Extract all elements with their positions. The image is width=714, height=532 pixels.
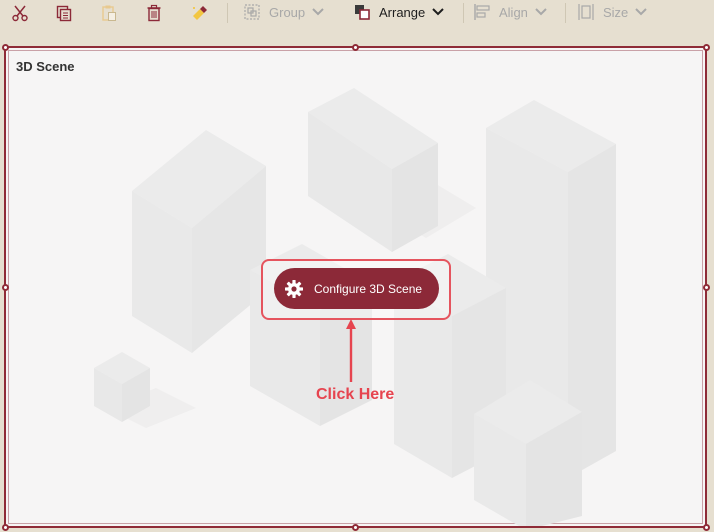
arrange-icon <box>352 2 372 22</box>
configure-3d-scene-label: Configure 3D Scene <box>314 281 423 296</box>
copy-icon[interactable] <box>51 2 77 24</box>
resize-handle-right[interactable] <box>703 284 710 291</box>
cut-icon[interactable] <box>7 2 33 24</box>
resize-handle-top-right[interactable] <box>703 44 710 51</box>
configure-3d-scene-button[interactable]: Configure 3D Scene <box>274 268 439 309</box>
arrange-button[interactable]: Arrange <box>352 0 444 24</box>
group-label: Group <box>269 4 306 20</box>
arrange-label: Arrange <box>379 4 426 20</box>
toolbar: Group Arrange Align Size <box>0 0 714 30</box>
chevron-down-icon <box>635 6 648 18</box>
paste-icon[interactable] <box>96 2 122 24</box>
toolbar-separator <box>565 3 566 23</box>
resize-handle-bottom[interactable] <box>352 524 359 531</box>
align-icon <box>472 2 492 22</box>
arrow-up-icon <box>346 319 356 382</box>
clear-format-icon[interactable] <box>187 2 213 24</box>
panel-title: 3D Scene <box>16 59 75 74</box>
resize-handle-top-left[interactable] <box>2 44 9 51</box>
group-button[interactable]: Group <box>242 0 324 24</box>
resize-handle-bottom-right[interactable] <box>703 524 710 531</box>
chevron-down-icon <box>432 6 444 18</box>
size-button[interactable]: Size <box>576 0 648 24</box>
gear-icon <box>284 279 304 299</box>
chevron-down-icon <box>312 6 324 18</box>
resize-handle-left[interactable] <box>2 284 9 291</box>
size-icon <box>576 2 596 22</box>
delete-icon[interactable] <box>141 2 167 24</box>
toolbar-separator <box>227 3 228 23</box>
size-label: Size <box>603 4 629 20</box>
group-icon <box>242 2 262 22</box>
align-label: Align <box>499 4 528 20</box>
align-button[interactable]: Align <box>472 0 547 24</box>
toolbar-separator <box>463 3 464 23</box>
resize-handle-top[interactable] <box>352 44 359 51</box>
resize-handle-bottom-left[interactable] <box>2 524 9 531</box>
click-here-hint: Click Here <box>316 386 395 403</box>
chevron-down-icon <box>535 6 547 18</box>
